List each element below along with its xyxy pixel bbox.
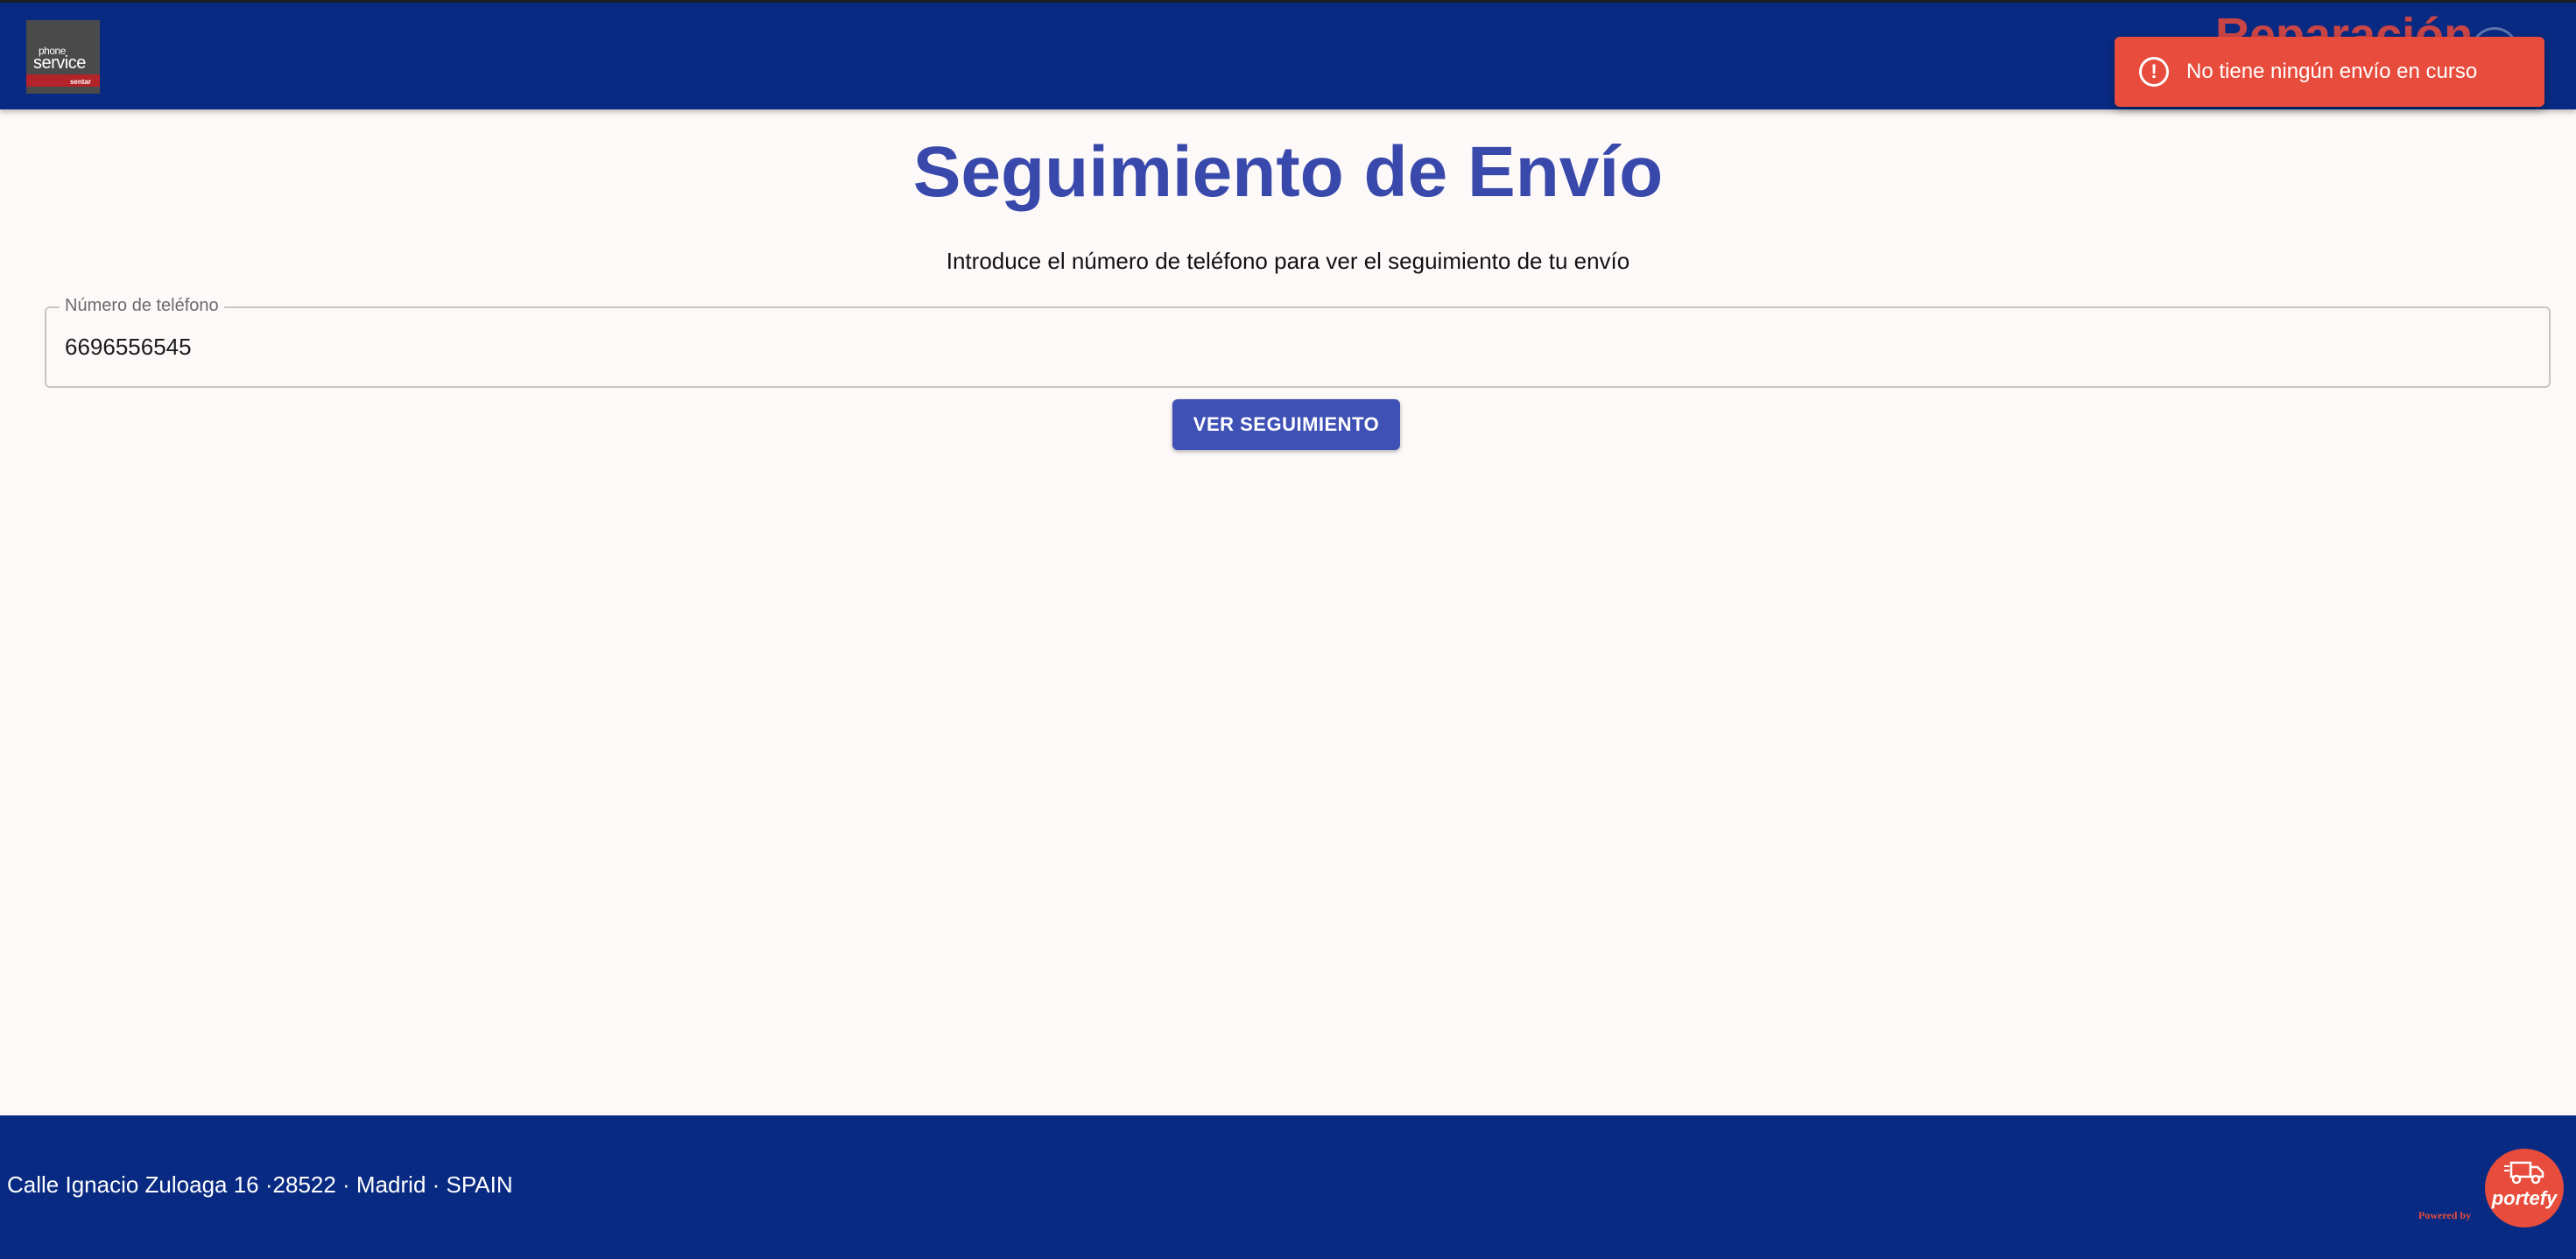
- page-subtitle: Introduce el número de teléfono para ver…: [946, 248, 1630, 274]
- toast-message: No tiene ningún envío en curso: [2186, 60, 2478, 83]
- portefy-logo[interactable]: portefy: [2485, 1149, 2564, 1227]
- portefy-brand: portefy: [2491, 1187, 2558, 1209]
- page-title: Seguimiento de Envío: [912, 132, 1664, 212]
- ver-seguimiento-button[interactable]: VER SEGUIMIENTO: [1172, 399, 1400, 450]
- powered-by-label: Powered by: [2418, 1209, 2472, 1221]
- footer-address: Calle Ignacio Zuloaga 16 ·28522 · Madrid…: [7, 1171, 513, 1198]
- error-toast: ! No tiene ningún envío en curso: [2115, 37, 2544, 107]
- truck-icon: [2504, 1161, 2544, 1185]
- phone-input[interactable]: [65, 329, 2516, 364]
- logo-line-2: service: [33, 53, 86, 73]
- alert-circle-icon: !: [2139, 57, 2169, 87]
- logo-line-3: sentar: [69, 78, 91, 86]
- phone-field-label: Número de teléfono: [60, 296, 224, 316]
- phone-service-logo[interactable]: phone service sentar: [26, 20, 100, 94]
